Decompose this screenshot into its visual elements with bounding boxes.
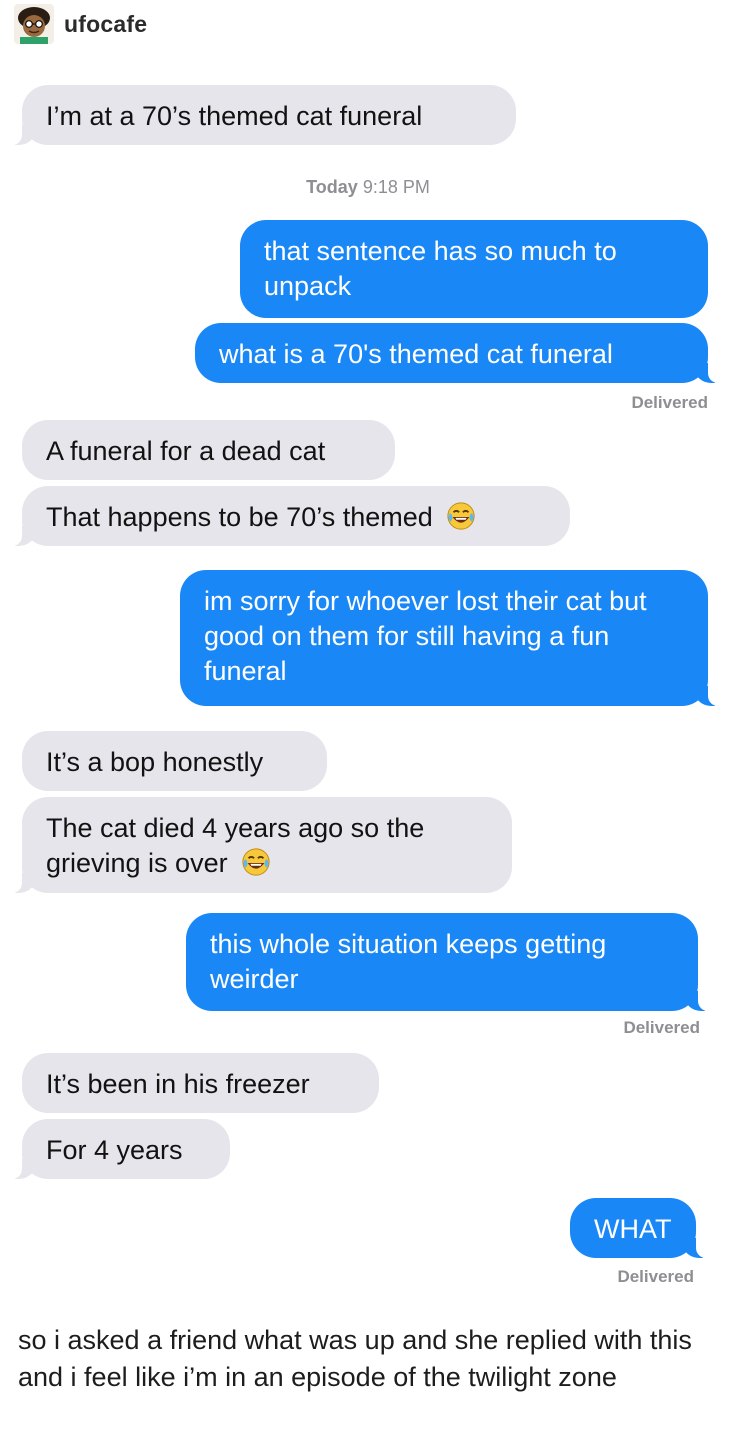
sent-message: that sentence has so much to unpack	[240, 220, 708, 318]
laughing-crying-emoji	[242, 848, 270, 876]
received-message: I’m at a 70’s themed cat funeral	[10, 85, 516, 145]
username[interactable]: ufocafe	[64, 11, 147, 38]
message-thread: ufocafe I’m at a 70’s themed cat funeral…	[0, 0, 736, 1438]
message-text: That happens to be 70’s themed	[46, 502, 433, 532]
message-text: It’s been in his freezer	[46, 1069, 310, 1099]
sent-message: what is a 70's themed cat funeral	[195, 323, 720, 383]
message-text: what is a 70's themed cat funeral	[219, 339, 613, 369]
message-text: It’s a bop honestly	[46, 747, 264, 777]
message-text: The cat died 4 years ago so the grieving…	[46, 813, 425, 878]
delivered-status: Delivered	[631, 393, 708, 412]
sent-message: this whole situation keeps getting weird…	[186, 913, 710, 1011]
sent-message: WHAT	[570, 1198, 708, 1258]
message-text: that sentence has so much to unpack	[264, 236, 617, 301]
post-caption: so i asked a friend what was up and she …	[18, 1325, 692, 1392]
message-text: A funeral for a dead cat	[46, 436, 326, 466]
message-text: For 4 years	[46, 1135, 183, 1165]
received-message: That happens to be 70’s themed	[10, 486, 570, 546]
received-message: A funeral for a dead cat	[22, 420, 395, 480]
sent-message: im sorry for whoever lost their cat but …	[180, 570, 720, 706]
delivered-status: Delivered	[617, 1267, 694, 1286]
received-message: It’s been in his freezer	[22, 1053, 379, 1113]
timestamp-day: Today	[306, 177, 358, 197]
message-text: im sorry for whoever lost their cat but …	[204, 586, 647, 686]
received-message: It’s a bop honestly	[22, 731, 327, 791]
message-text: I’m at a 70’s themed cat funeral	[46, 101, 423, 131]
timestamp-time: 9:18 PM	[362, 177, 430, 197]
received-message: The cat died 4 years ago so the grieving…	[10, 797, 512, 893]
delivered-status: Delivered	[623, 1018, 700, 1037]
message-text: this whole situation keeps getting weird…	[210, 929, 607, 994]
received-message: For 4 years	[10, 1119, 230, 1179]
post-header: ufocafe	[14, 4, 147, 44]
timestamp: Today 9:18 PM	[0, 177, 736, 198]
message-text: WHAT	[594, 1214, 672, 1244]
avatar[interactable]	[14, 4, 54, 44]
laughing-crying-emoji	[447, 502, 475, 530]
